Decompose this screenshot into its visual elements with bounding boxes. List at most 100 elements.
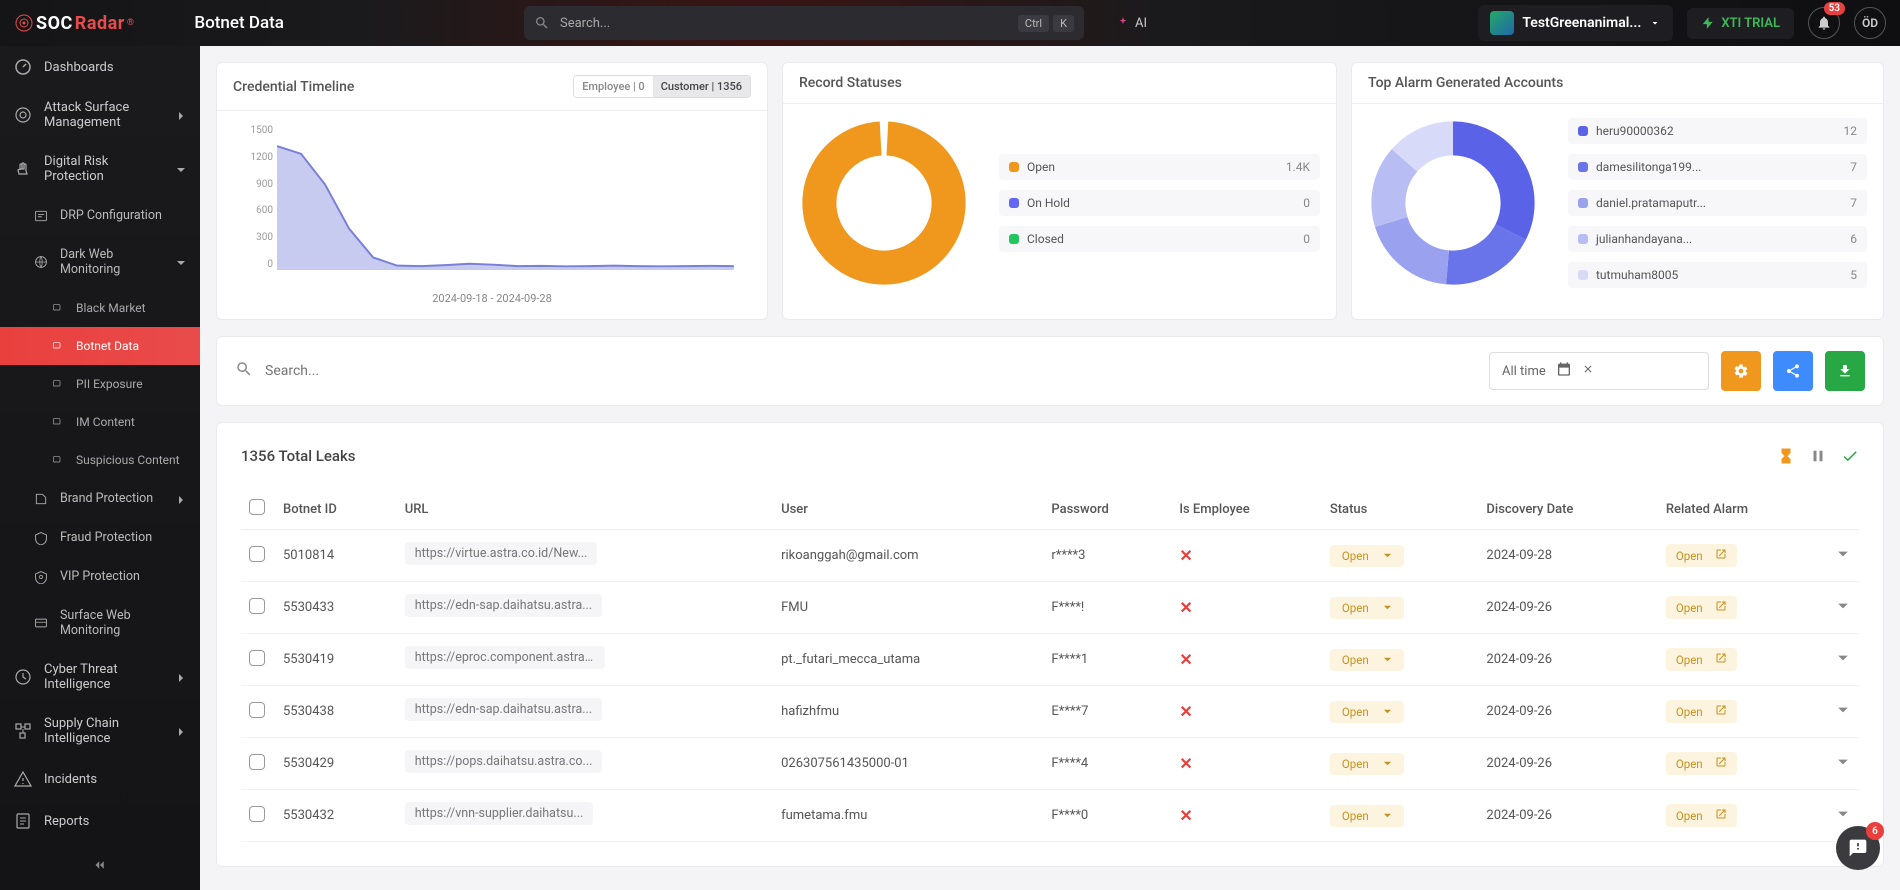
logo[interactable]: SOCRadar® [14, 13, 134, 34]
alarm-pill[interactable]: Open [1666, 596, 1737, 619]
cell-password: r****3 [1043, 530, 1171, 582]
sidebar-item-black-market[interactable]: Black Market [0, 289, 200, 327]
cell-password: F****4 [1043, 738, 1171, 790]
cell-password: F****0 [1043, 790, 1171, 842]
card-title: Credential Timeline [233, 79, 354, 95]
hourglass-icon[interactable] [1777, 447, 1795, 465]
clear-date-icon[interactable] [1582, 363, 1594, 379]
supply-icon [14, 722, 32, 740]
incidents-icon [14, 770, 32, 788]
search-placeholder: Search... [560, 16, 610, 31]
cell-user: fumetama.fmu [773, 790, 1043, 842]
notifications-count: 53 [1824, 2, 1845, 15]
cell-url[interactable]: https://vnn-supplier.daihatsu... [405, 802, 594, 825]
pill-customer[interactable]: Customer | 1356 [653, 76, 750, 97]
date-range-selector[interactable]: All time [1489, 352, 1709, 390]
x-icon: ✕ [1179, 702, 1192, 721]
expand-row[interactable] [1837, 705, 1849, 720]
sidebar-item-incidents[interactable]: Incidents [0, 758, 200, 800]
cell-url[interactable]: https://virtue.astra.co.id/New... [405, 542, 598, 565]
sidebar-item-dark-web-monitoring[interactable]: Dark Web Monitoring [0, 235, 200, 289]
alarm-pill[interactable]: Open [1666, 648, 1737, 671]
sidebar-item-vip-protection[interactable]: VIP Protection [0, 557, 200, 596]
row-checkbox[interactable] [249, 546, 265, 562]
sidebar-item-botnet-data[interactable]: Botnet Data [0, 327, 200, 365]
sidebar-item-im-content[interactable]: IM Content [0, 403, 200, 441]
status-pill[interactable]: Open [1330, 545, 1404, 567]
sidebar-item-suspicious-content[interactable]: Suspicious Content [0, 441, 200, 479]
search-icon [534, 15, 550, 31]
collapse-sidebar[interactable] [0, 842, 200, 890]
cell-botnet-id: 5530438 [275, 686, 397, 738]
cell-password: F****! [1043, 582, 1171, 634]
sidebar-item-pii-exposure[interactable]: PII Exposure [0, 365, 200, 403]
sidebar-item-cyber-threat-intelligence[interactable]: Cyber Threat Intelligence [0, 650, 200, 704]
cell-url[interactable]: https://pops.daihatsu.astra.co... [405, 750, 603, 773]
expand-row[interactable] [1837, 549, 1849, 564]
record-statuses-card: Record Statuses Open1.4KOn Hold0Closed0 [782, 62, 1337, 320]
brand-icon [34, 492, 48, 506]
status-pill[interactable]: Open [1330, 805, 1404, 827]
expand-row[interactable] [1837, 757, 1849, 772]
table-search-input[interactable] [265, 363, 1477, 379]
status-pill[interactable]: Open [1330, 701, 1404, 723]
expand-row[interactable] [1837, 653, 1849, 668]
download-button[interactable] [1825, 351, 1865, 391]
sidebar-item-drp-configuration[interactable]: DRP Configuration [0, 196, 200, 235]
sidebar-item-surface-web-monitoring[interactable]: Surface Web Monitoring [0, 596, 200, 650]
xti-trial-badge[interactable]: XTI TRIAL [1687, 8, 1794, 39]
alarm-pill[interactable]: Open [1666, 752, 1737, 775]
sidebar-item-supply-chain-intelligence[interactable]: Supply Chain Intelligence [0, 704, 200, 758]
ai-button[interactable]: AI [1116, 16, 1147, 31]
alarm-pill[interactable]: Open [1666, 544, 1737, 567]
status-pill[interactable]: Open [1330, 753, 1404, 775]
cell-url[interactable]: https://eproc.component.astra.... [405, 646, 605, 669]
sidebar-item-attack-surface-management[interactable]: Attack Surface Management [0, 88, 200, 142]
alarm-pill[interactable]: Open [1666, 804, 1737, 827]
sidebar-item-digital-risk-protection[interactable]: Digital Risk Protection [0, 142, 200, 196]
company-selector[interactable]: TestGreenanimal... [1478, 5, 1673, 41]
help-bubble[interactable]: 6 [1836, 826, 1880, 870]
cell-url[interactable]: https://edn-sap.daihatsu.astra... [405, 594, 602, 617]
legend-item: damesilitonga199...7 [1568, 154, 1867, 180]
cell-user: pt._futari_mecca_utama [773, 634, 1043, 686]
settings-button[interactable] [1721, 351, 1761, 391]
card-title: Top Alarm Generated Accounts [1368, 75, 1563, 91]
alarm-pill[interactable]: Open [1666, 700, 1737, 723]
table-row: 5530429https://pops.daihatsu.astra.co...… [241, 738, 1859, 790]
notifications-button[interactable]: 53 [1808, 7, 1840, 39]
x-icon: ✕ [1179, 806, 1192, 825]
user-avatar[interactable]: ÖD [1854, 7, 1886, 39]
share-button[interactable] [1773, 351, 1813, 391]
row-checkbox[interactable] [249, 702, 265, 718]
help-icon [1848, 838, 1868, 858]
status-pill[interactable]: Open [1330, 649, 1404, 671]
page-title: Botnet Data [194, 13, 284, 33]
sidebar-item-brand-protection[interactable]: Brand Protection [0, 479, 200, 518]
row-checkbox[interactable] [249, 754, 265, 770]
company-avatar [1490, 11, 1514, 35]
select-all-checkbox[interactable] [249, 499, 265, 515]
row-checkbox[interactable] [249, 806, 265, 822]
sidebar-item-reports[interactable]: Reports [0, 800, 200, 842]
check-icon[interactable] [1841, 447, 1859, 465]
cell-url[interactable]: https://edn-sap.daihatsu.astra... [405, 698, 602, 721]
global-search[interactable]: Search... Ctrl K [524, 6, 1084, 40]
sidebar-item-dashboards[interactable]: Dashboards [0, 46, 200, 88]
status-pill[interactable]: Open [1330, 597, 1404, 619]
cell-user: 026307561435000-01 [773, 738, 1043, 790]
expand-row[interactable] [1837, 809, 1849, 824]
cell-date: 2024-09-26 [1478, 634, 1657, 686]
key-ctrl: Ctrl [1018, 15, 1049, 32]
expand-row[interactable] [1837, 601, 1849, 616]
pause-icon[interactable] [1809, 447, 1827, 465]
table-title: 1356 Total Leaks [241, 447, 356, 465]
row-checkbox[interactable] [249, 650, 265, 666]
sidebar-item-fraud-protection[interactable]: Fraud Protection [0, 518, 200, 557]
col-status: Status [1322, 489, 1479, 530]
sidebar: DashboardsAttack Surface ManagementDigit… [0, 46, 200, 890]
row-checkbox[interactable] [249, 598, 265, 614]
surface-icon [34, 616, 48, 630]
pill-employee[interactable]: Employee | 0 [574, 76, 653, 97]
legend-item: tutmuham80055 [1568, 262, 1867, 288]
